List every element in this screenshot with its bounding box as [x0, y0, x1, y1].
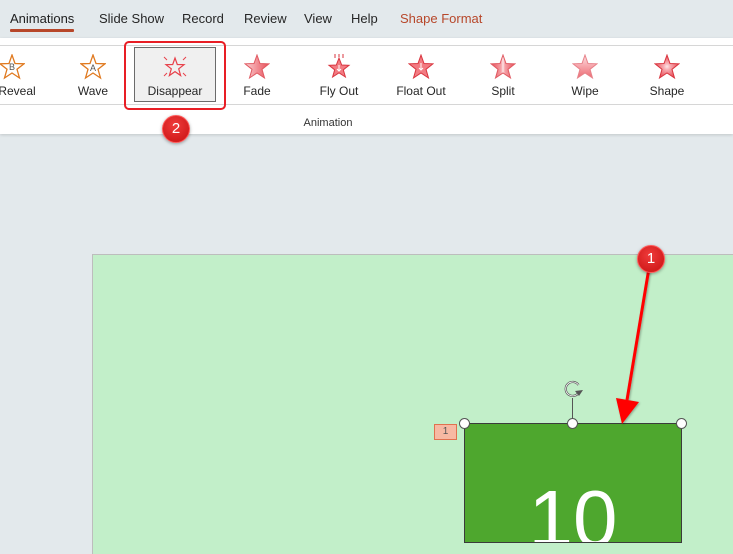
star-flyout-icon — [327, 54, 351, 79]
gallery-item-fly-out[interactable]: Fly Out — [299, 48, 379, 102]
gallery-item-label: Split — [491, 84, 515, 98]
gallery-item-wipe[interactable]: Wipe — [545, 48, 625, 102]
animation-order-tag[interactable]: 1 — [434, 424, 457, 440]
star-split-icon — [490, 54, 516, 80]
gallery-item-label: Wipe — [571, 84, 599, 98]
resize-handle-top-center[interactable] — [567, 418, 578, 429]
callout-badge-1: 1 — [637, 245, 665, 273]
resize-handle-top-right[interactable] — [676, 418, 687, 429]
gallery-item-label: Fly Out — [319, 84, 359, 98]
gallery-item-label: Fade — [243, 84, 271, 98]
svg-text:B: B — [9, 62, 15, 72]
star-a-outline-icon: A — [80, 54, 106, 80]
selected-shape[interactable]: 10 — [464, 423, 682, 543]
divider — [0, 104, 733, 105]
resize-handle-top-left[interactable] — [459, 418, 470, 429]
ribbon-tab-bar: Animations Slide Show Record Review View… — [0, 0, 733, 38]
tab-animations[interactable]: Animations — [10, 11, 75, 32]
gallery-item-reveal[interactable]: B d Reveal — [0, 48, 52, 102]
tab-review[interactable]: Review — [244, 11, 287, 26]
group-label-animation: Animation — [303, 117, 353, 129]
gallery-item-float-out[interactable]: Float Out — [381, 48, 461, 102]
gallery-item-label: Float Out — [396, 84, 446, 98]
gallery-item-shape[interactable]: Shape — [627, 48, 707, 102]
star-floatout-icon — [408, 54, 434, 80]
rotate-handle-icon[interactable] — [562, 378, 584, 405]
tab-slide-show[interactable]: Slide Show — [99, 11, 164, 26]
star-shape-icon — [654, 54, 680, 80]
star-wipe-icon — [572, 54, 598, 80]
gallery-item-label: Wave — [77, 84, 109, 98]
callout-highlight-box — [124, 41, 226, 110]
tab-record[interactable]: Record — [182, 11, 224, 26]
gallery-item-label: Shape — [649, 84, 685, 98]
gallery-item-fade[interactable]: Fade — [217, 48, 297, 102]
tab-shape-format[interactable]: Shape Format — [400, 11, 482, 26]
shape-text: 10 — [528, 474, 618, 543]
star-fade-icon — [244, 54, 270, 80]
svg-text:A: A — [90, 63, 96, 73]
tab-view[interactable]: View — [304, 11, 332, 26]
gallery-item-split[interactable]: Split — [463, 48, 543, 102]
gallery-item-wave[interactable]: A Wave — [53, 48, 133, 102]
callout-badge-2: 2 — [162, 115, 190, 143]
ribbon: B d Reveal A Wave Disappear Fade — [0, 38, 733, 134]
tab-help[interactable]: Help — [351, 11, 378, 26]
star-b-outline-icon: B — [0, 54, 25, 80]
divider — [0, 45, 733, 46]
gallery-item-label: d Reveal — [0, 84, 36, 98]
